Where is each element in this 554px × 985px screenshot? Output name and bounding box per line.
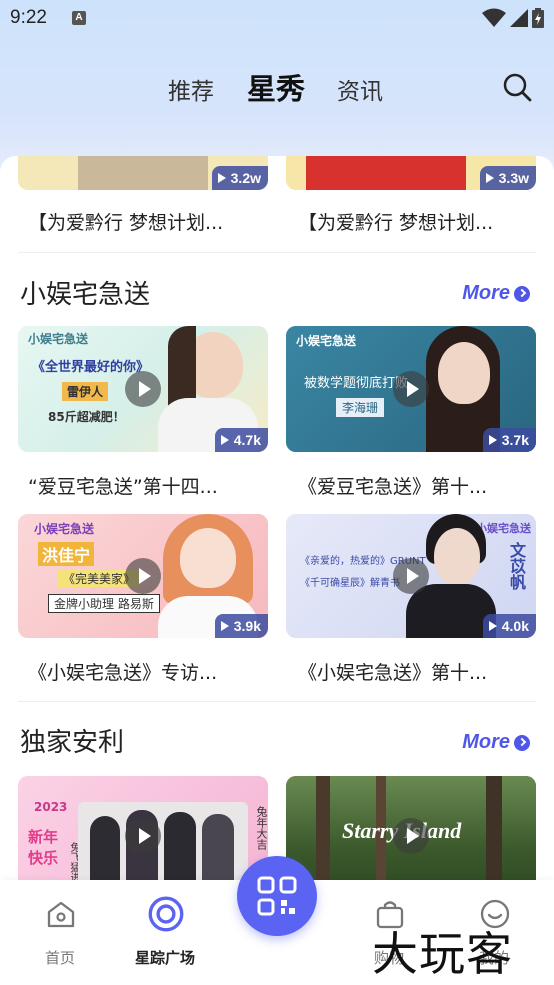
play-triangle-icon xyxy=(485,173,494,183)
thumb-text: 文苡帆 xyxy=(507,542,526,590)
video-title[interactable]: 《爱豆宅急送》第十... xyxy=(298,472,548,499)
thumb-text: 雷伊人 xyxy=(62,382,109,401)
nav-home[interactable]: 首页 xyxy=(5,880,115,985)
more-button[interactable]: More xyxy=(462,282,530,305)
divider xyxy=(18,252,536,253)
thumb-text: 新年快乐 xyxy=(28,828,59,867)
play-icon[interactable] xyxy=(125,371,161,407)
qr-scan-button[interactable] xyxy=(237,856,317,936)
search-icon[interactable] xyxy=(502,72,532,102)
thumb-text: 小娱宅急送 xyxy=(28,332,89,346)
play-triangle-icon xyxy=(220,621,229,631)
video-title[interactable]: 《小娱宅急送》第十... xyxy=(298,658,548,685)
more-label: More xyxy=(462,731,510,753)
notification-icon: A xyxy=(72,11,86,25)
video-title[interactable]: “爱豆宅急送”第十四... xyxy=(28,472,278,499)
thumb-text: 兔年大吉 xyxy=(255,806,268,850)
play-triangle-icon xyxy=(488,435,497,445)
video-thumbnail[interactable]: Starry Island xyxy=(286,776,536,880)
tab-star-show[interactable]: 星秀 xyxy=(247,66,305,108)
battery-icon xyxy=(532,8,544,28)
play-icon[interactable] xyxy=(393,818,429,854)
thumb-text: 李海珊 xyxy=(336,398,385,417)
status-bar: 9:22 A xyxy=(0,0,554,38)
status-icons xyxy=(482,8,544,28)
thumb-text: 《全世界最好的你》 xyxy=(32,360,150,375)
video-thumbnail[interactable]: 小娱宅急送 洪佳宁 《完美美家》 金牌小助理 路易斯 3.9k xyxy=(18,514,268,638)
play-triangle-icon xyxy=(488,621,497,631)
view-count: 3.7k xyxy=(482,428,536,452)
play-icon[interactable] xyxy=(393,558,429,594)
video-thumbnail[interactable]: 小娱宅急送 《全世界最好的你》 雷伊人 85斤超减肥！ 4.7k xyxy=(18,326,268,452)
view-count: 3.3w xyxy=(479,166,536,190)
chevron-right-icon xyxy=(514,285,530,302)
tab-news[interactable]: 资讯 xyxy=(337,72,383,106)
play-triangle-icon xyxy=(220,435,229,445)
section-title: 小娱宅急送 xyxy=(20,280,151,310)
view-count: 3.2w xyxy=(211,166,268,190)
top-tab-bar: 推荐 星秀 资讯 xyxy=(0,58,554,118)
star-plaza-icon xyxy=(148,896,184,932)
video-thumbnail[interactable]: 2023 新年快乐 兔年大吉 兔飞猛进 xyxy=(18,776,268,880)
chevron-right-icon xyxy=(514,734,530,751)
more-button[interactable]: More xyxy=(462,731,530,754)
signal-icon xyxy=(510,9,528,27)
video-thumbnail[interactable]: 3.3w xyxy=(286,156,536,190)
tab-recommend[interactable]: 推荐 xyxy=(168,72,214,106)
thumb-text: 85斤超减肥！ xyxy=(48,410,125,424)
video-title[interactable]: 【为爱黔行 梦想计划... xyxy=(28,208,278,235)
status-time: 9:22 xyxy=(10,7,47,28)
video-title[interactable]: 《小娱宅急送》专访... xyxy=(28,658,278,685)
divider xyxy=(18,701,536,702)
play-icon[interactable] xyxy=(125,558,161,594)
thumb-text: 洪佳宁 xyxy=(38,542,95,566)
qr-code-icon xyxy=(257,876,297,916)
view-count: 3.9k xyxy=(214,614,268,638)
nav-label: 首页 xyxy=(44,949,75,967)
more-label: More xyxy=(462,282,510,304)
view-count: 4.7k xyxy=(214,428,268,452)
video-thumbnail[interactable]: 3.2w xyxy=(18,156,268,190)
thumb-text: 2023 xyxy=(34,800,68,814)
thumb-text: 《千可确星辰》解青书 xyxy=(300,578,400,589)
wifi-icon xyxy=(482,8,506,27)
play-icon[interactable] xyxy=(393,371,429,407)
video-thumbnail[interactable]: 小娱宅急送 被数学题彻底打败 李海珊 3.7k xyxy=(286,326,536,452)
thumb-text: 小娱宅急送 xyxy=(296,334,357,348)
play-triangle-icon xyxy=(217,173,226,183)
video-title[interactable]: 【为爱黔行 梦想计划... xyxy=(298,208,548,235)
video-thumbnail[interactable]: 小娱宅急送 《亲爱的，热爱的》GRUNT 《千可确星辰》解青书 文苡帆 4.0k xyxy=(286,514,536,638)
home-icon xyxy=(47,901,75,928)
thumb-text: 金牌小助理 路易斯 xyxy=(48,594,160,613)
section-title: 独家安利 xyxy=(20,728,125,758)
watermark: 大玩客 xyxy=(372,927,513,981)
thumb-text: 小娱宅急送 xyxy=(34,522,95,536)
nav-star-plaza[interactable]: 星踪广场 xyxy=(110,880,220,985)
content-panel: 3.2w 3.3w 【为爱黔行 梦想计划... 【为爱黔行 梦想计划... 小娱… xyxy=(0,156,554,880)
nav-label: 星踪广场 xyxy=(134,949,195,967)
view-count: 4.0k xyxy=(482,614,536,638)
play-icon[interactable] xyxy=(125,818,161,854)
